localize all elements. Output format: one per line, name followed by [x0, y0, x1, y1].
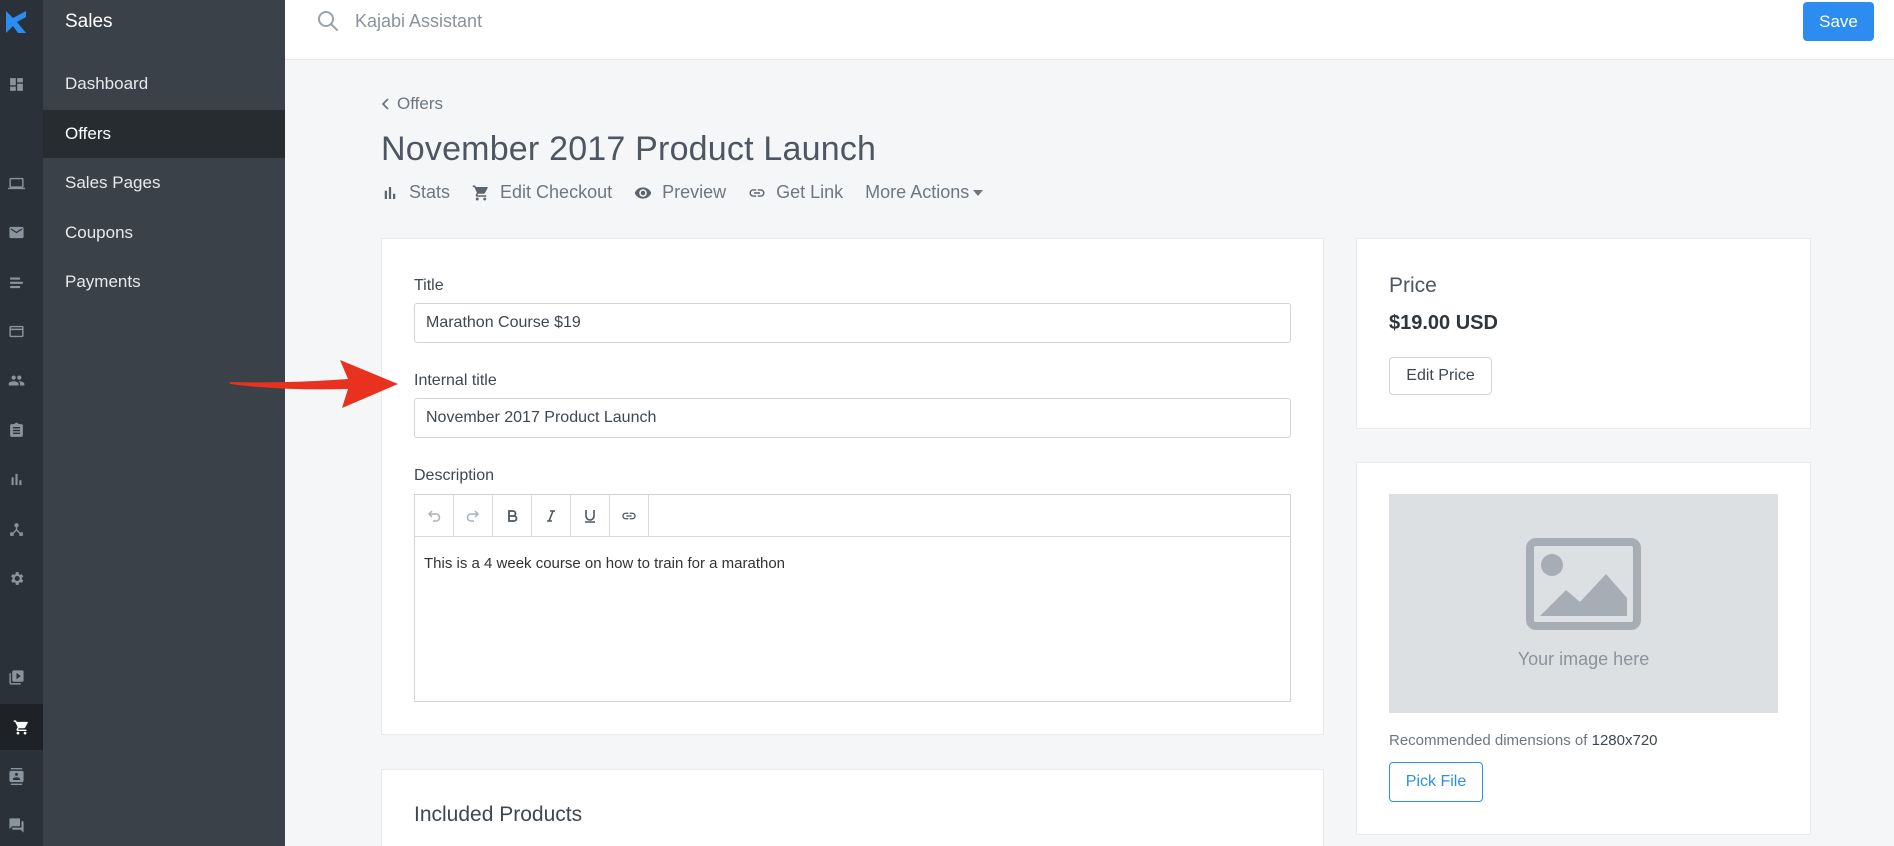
pick-file-button[interactable]: Pick File — [1389, 762, 1483, 802]
link-icon[interactable] — [610, 495, 649, 536]
clipboard-icon[interactable] — [6, 420, 26, 440]
breadcrumb-label: Offers — [397, 94, 443, 113]
search-input[interactable] — [355, 6, 955, 36]
mail-icon[interactable] — [6, 222, 26, 242]
editor-toolbar — [415, 495, 1290, 537]
more-actions-dropdown[interactable]: More Actions — [865, 182, 984, 203]
card-icon[interactable] — [6, 321, 26, 341]
sidebar-title: Sales — [65, 11, 113, 32]
edit-price-button[interactable]: Edit Price — [1389, 357, 1492, 395]
sidebar-item-offers[interactable]: Offers — [43, 110, 285, 158]
italic-icon[interactable] — [532, 495, 571, 536]
recommended-dimensions: Recommended dimensions of 1280x720 — [1389, 732, 1658, 749]
recommended-prefix: Recommended dimensions of — [1389, 732, 1592, 749]
page-title: November 2017 Product Launch — [381, 130, 877, 168]
people-icon[interactable] — [6, 370, 26, 390]
sidebar-item-sales-pages[interactable]: Sales Pages — [43, 159, 285, 207]
underline-icon[interactable] — [571, 495, 610, 536]
internal-title-label: Internal title — [414, 372, 497, 389]
image-placeholder-text: Your image here — [1517, 649, 1650, 669]
page-actions: Stats Edit Checkout Preview Get Link Mor… — [381, 182, 984, 203]
search-icon — [318, 11, 338, 31]
sidebar-item-coupons[interactable]: Coupons — [43, 209, 285, 257]
save-button[interactable]: Save — [1803, 2, 1874, 41]
internal-title-field[interactable]: November 2017 Product Launch — [414, 398, 1291, 438]
sales-sidebar: Sales Dashboard Offers Sales Pages Coupo… — [43, 0, 285, 846]
video-library-icon[interactable] — [6, 667, 26, 687]
contacts-icon[interactable] — [6, 766, 26, 786]
stats-label: Stats — [409, 182, 451, 202]
cart-icon[interactable] — [0, 704, 43, 750]
breadcrumb[interactable]: Offers — [381, 94, 443, 114]
undo-icon[interactable] — [415, 495, 454, 536]
description-text-area[interactable]: This is a 4 week course on how to train … — [415, 537, 1290, 590]
description-editor: This is a 4 week course on how to train … — [414, 494, 1291, 702]
image-placeholder: Your image here — [1389, 494, 1778, 713]
top-bar: Save — [285, 0, 1894, 60]
price-title: Price — [1389, 274, 1437, 297]
title-label: Title — [414, 277, 444, 294]
gear-icon[interactable] — [6, 568, 26, 588]
chevron-left-icon — [381, 98, 389, 110]
image-icon — [1526, 538, 1641, 630]
eye-icon — [634, 186, 652, 199]
link-icon — [749, 188, 765, 197]
dashboard-icon[interactable] — [6, 74, 26, 94]
caret-down-icon — [973, 189, 984, 196]
preview-label: Preview — [662, 182, 727, 202]
edit-checkout-label: Edit Checkout — [500, 182, 613, 202]
redo-icon[interactable] — [454, 495, 493, 536]
bar-chart-icon[interactable] — [6, 469, 26, 489]
get-link-action[interactable]: Get Link — [748, 182, 843, 203]
get-link-label: Get Link — [776, 182, 844, 202]
bar-chart-icon — [384, 186, 396, 199]
sidebar-item-dashboard[interactable]: Dashboard — [43, 60, 285, 108]
edit-checkout-action[interactable]: Edit Checkout — [472, 182, 612, 203]
title-field[interactable]: Marathon Course $19 — [414, 303, 1291, 343]
annotation-arrow-icon — [230, 360, 398, 408]
cart-icon — [472, 185, 488, 200]
preview-action[interactable]: Preview — [634, 182, 726, 203]
price-value: $19.00 USD — [1389, 312, 1498, 334]
laptop-icon[interactable] — [6, 173, 26, 193]
recommended-value: 1280x720 — [1591, 732, 1658, 749]
icon-rail — [0, 0, 43, 846]
description-label: Description — [414, 467, 495, 484]
list-icon[interactable] — [6, 272, 26, 292]
sidebar-item-payments[interactable]: Payments — [43, 258, 285, 306]
more-actions-label: More Actions — [865, 182, 970, 202]
kajabi-logo[interactable] — [4, 9, 28, 35]
bold-icon[interactable] — [493, 495, 532, 536]
chat-icon[interactable] — [6, 815, 26, 835]
network-icon[interactable] — [6, 519, 26, 539]
stats-action[interactable]: Stats — [381, 182, 450, 203]
included-products-title: Included Products — [414, 803, 583, 826]
